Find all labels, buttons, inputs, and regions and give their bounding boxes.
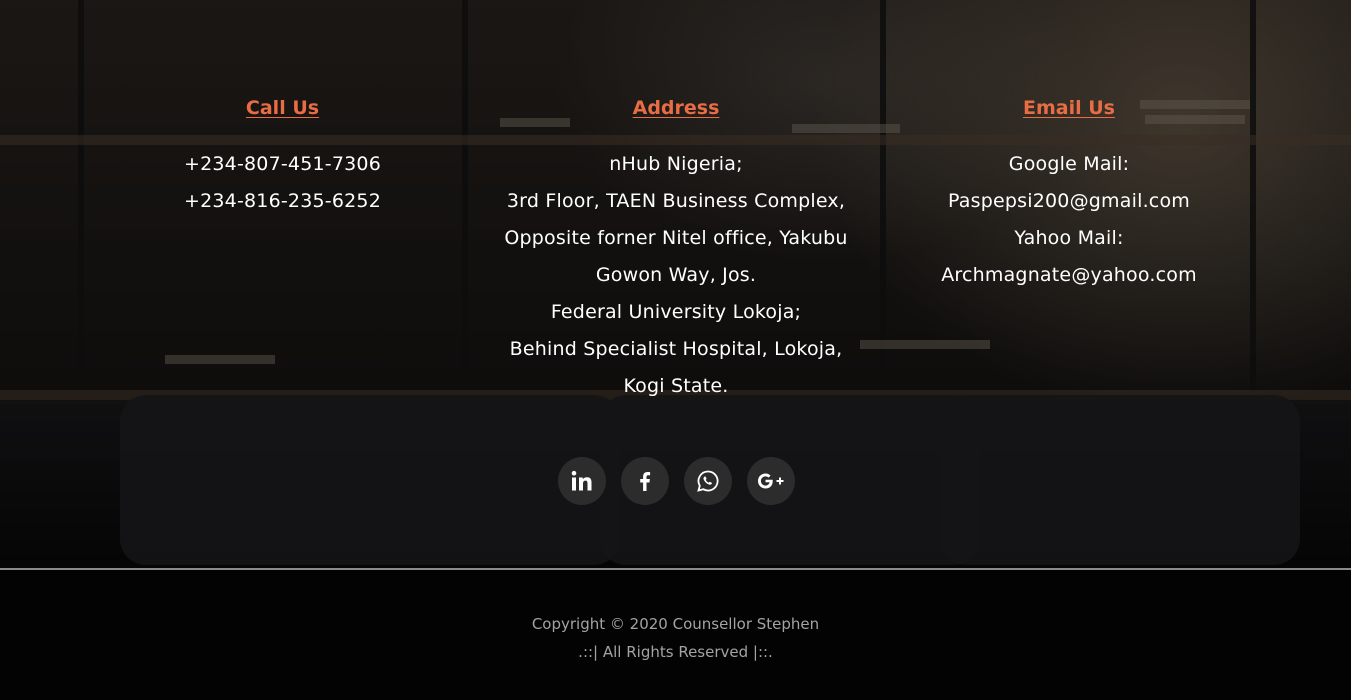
address-line: Behind Specialist Hospital, Lokoja, [509, 338, 843, 360]
whatsapp-icon [697, 470, 719, 492]
address-line: Gowon Way, Jos. [595, 264, 757, 286]
copyright-text: Copyright © 2020 Counsellor Stephen [531, 615, 820, 633]
whatsapp-button[interactable] [684, 457, 732, 505]
call-us-column: Call Us +234-807-451-7306 +234-816-235-6… [130, 92, 435, 220]
phone-number-2: +234-816-235-6252 [183, 190, 382, 212]
email-us-column: Email Us Google Mail: Paspepsi200@gmail.… [915, 92, 1223, 294]
yahoo-mail-label: Yahoo Mail: [1014, 227, 1124, 249]
facebook-icon [640, 472, 651, 491]
address-line: Federal University Lokoja; [550, 301, 802, 323]
phone-number-1: +234-807-451-7306 [183, 153, 382, 175]
google-plus-button[interactable] [747, 457, 795, 505]
copyright-block: Copyright © 2020 Counsellor Stephen .::|… [0, 610, 1351, 666]
address-line: nHub Nigeria; [609, 153, 743, 175]
address-line: 3rd Floor, TAEN Business Complex, [506, 190, 846, 212]
address-column: Address nHub Nigeria; 3rd Floor, TAEN Bu… [490, 92, 862, 405]
call-us-heading[interactable]: Call Us [130, 92, 435, 124]
social-links [558, 457, 795, 505]
facebook-button[interactable] [621, 457, 669, 505]
yahoo-mail-address: Archmagnate@yahoo.com [941, 264, 1197, 286]
address-heading[interactable]: Address [490, 92, 862, 124]
google-mail-address: Paspepsi200@gmail.com [948, 190, 1190, 212]
email-us-heading[interactable]: Email Us [915, 92, 1223, 124]
address-line: Kogi State. [623, 375, 729, 397]
google-plus-icon [758, 473, 784, 489]
linkedin-button[interactable] [558, 457, 606, 505]
linkedin-icon [571, 470, 592, 491]
google-mail-label: Google Mail: [1008, 153, 1130, 175]
address-line: Opposite forner Nitel office, Yakubu [504, 227, 848, 249]
rights-reserved-text: .::| All Rights Reserved |::. [578, 643, 773, 661]
